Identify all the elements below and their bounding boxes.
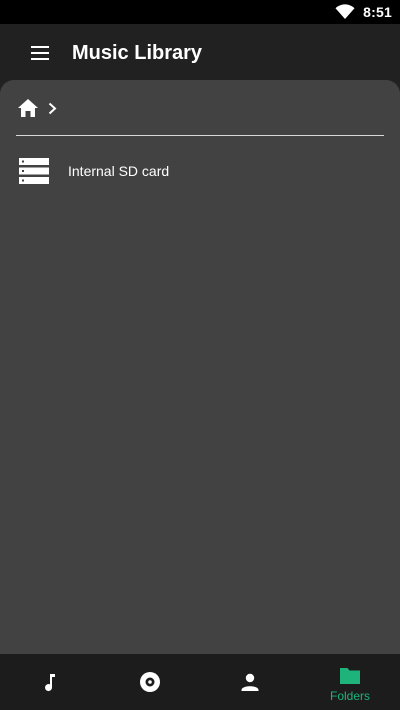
nav-tab-songs[interactable]: [0, 654, 100, 710]
hamburger-menu-icon: [31, 46, 49, 60]
breadcrumb: [16, 96, 60, 120]
nav-tab-folders[interactable]: Folders: [300, 654, 400, 710]
album-icon: [140, 672, 160, 692]
nav-tab-artists[interactable]: [200, 654, 300, 710]
music-note-icon: [45, 674, 55, 692]
folder-list: Internal SD card: [0, 152, 400, 190]
folder-label: Internal SD card: [68, 163, 170, 179]
person-icon: [241, 673, 259, 691]
app-screen: 8:51 Music Library Internal SD card Fold…: [0, 0, 400, 710]
folder-icon: [340, 668, 360, 684]
breadcrumb-home-button[interactable]: [16, 96, 40, 120]
status-time: 8:51: [363, 4, 392, 20]
breadcrumb-separator: [44, 96, 60, 120]
nav-tab-albums[interactable]: [100, 654, 200, 710]
breadcrumb-divider: [16, 135, 384, 136]
list-item-internal-sd-card[interactable]: Internal SD card: [0, 152, 400, 190]
app-bar: Music Library: [0, 24, 400, 82]
bottom-navigation: Folders: [0, 654, 400, 710]
chevron-right-icon: [48, 102, 56, 114]
wifi-icon: [335, 4, 355, 19]
storage-icon: [18, 158, 50, 184]
status-bar: 8:51: [0, 0, 400, 24]
home-icon: [18, 99, 38, 117]
page-title: Music Library: [72, 41, 203, 64]
nav-tab-folders-label: Folders: [329, 689, 370, 703]
menu-button[interactable]: [20, 33, 60, 73]
folder-browser: Internal SD card: [0, 80, 400, 654]
